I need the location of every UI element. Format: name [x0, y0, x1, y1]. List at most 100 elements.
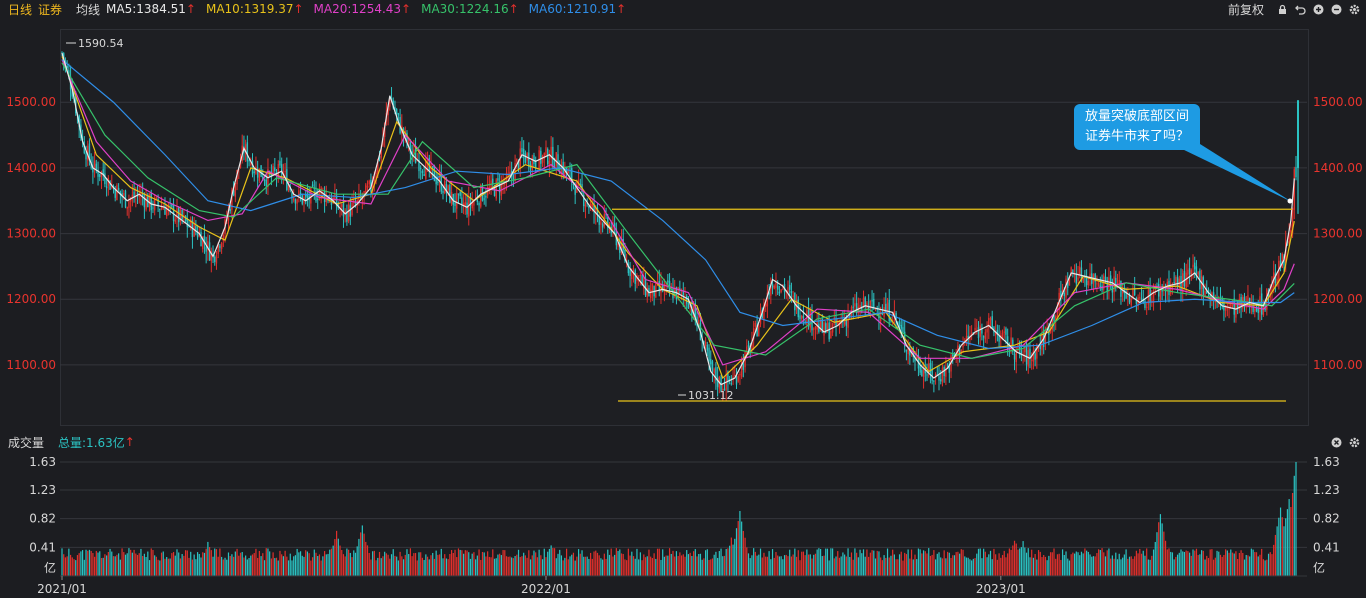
volume-bar — [162, 551, 164, 576]
volume-bar — [490, 557, 492, 576]
volume-bar — [1140, 553, 1143, 576]
volume-bar — [576, 556, 578, 576]
volume-bar — [1281, 517, 1283, 576]
volume-bar — [543, 548, 545, 576]
volume-bar — [749, 558, 751, 576]
volume-bar — [811, 558, 813, 576]
volume-bar — [893, 554, 895, 576]
volume-bar — [377, 557, 379, 576]
volume-bar — [421, 557, 424, 576]
volume-bar — [1015, 543, 1017, 576]
volume-bar — [154, 555, 156, 576]
volume-bar — [454, 549, 456, 576]
volume-bar — [207, 541, 209, 576]
volume-bar — [147, 551, 149, 576]
volume-bar — [1293, 475, 1295, 576]
volume-bar — [208, 547, 211, 576]
volume-bar — [251, 554, 254, 576]
volume-bar — [68, 548, 70, 576]
volume-bar — [1276, 526, 1278, 576]
volume-bar — [584, 556, 587, 576]
volume-bar — [802, 551, 805, 576]
volume-bar — [595, 550, 597, 576]
volume-bar — [279, 550, 281, 576]
volume-bar — [593, 551, 595, 576]
volume-bar — [1267, 553, 1270, 576]
volume-bar — [450, 550, 453, 576]
volume-bar — [531, 555, 533, 576]
volume-bar — [1262, 559, 1264, 576]
volume-bar — [1176, 554, 1179, 576]
volume-bar — [1213, 559, 1215, 576]
volume-bar — [1031, 549, 1033, 576]
volume-bar — [857, 557, 859, 576]
volume-bar — [533, 550, 535, 576]
volume-bar — [1152, 549, 1155, 576]
volume-bar — [608, 554, 611, 576]
volume-bar — [1051, 552, 1053, 576]
volume-bar — [981, 558, 983, 576]
volume-bar — [794, 548, 796, 576]
volume-bar — [296, 548, 298, 576]
volume-bar — [567, 559, 569, 576]
volume-bar — [468, 552, 470, 576]
volume-bar — [1096, 553, 1098, 576]
volume-bar — [1192, 549, 1194, 576]
volume-bar — [389, 558, 391, 576]
volume-bar — [466, 550, 468, 576]
volume-bar — [336, 530, 338, 576]
volume-ylabel-right-2: 0.82 — [1313, 512, 1340, 526]
volume-bar — [706, 549, 708, 576]
volume-bar — [119, 559, 121, 576]
volume-bar — [1003, 550, 1005, 576]
volume-bar — [174, 555, 176, 576]
volume-bar — [1250, 548, 1252, 576]
volume-bar — [476, 555, 478, 576]
volume-bar — [85, 549, 87, 576]
volume-bar — [770, 559, 772, 576]
volume-bar — [214, 548, 216, 576]
volume-bar — [746, 547, 748, 576]
volume-bar — [734, 538, 736, 576]
volume-bar — [250, 555, 252, 576]
volume-bar — [643, 554, 645, 576]
volume-bar — [1235, 551, 1237, 576]
volume-bar — [910, 549, 913, 576]
volume-bar — [1123, 554, 1125, 576]
volume-bar — [1201, 550, 1203, 576]
volume-bar — [909, 558, 911, 576]
volume-bar — [181, 554, 183, 576]
volume-bar — [590, 552, 592, 576]
volume-bar — [1099, 550, 1101, 576]
volume-bar — [1269, 552, 1271, 576]
volume-bar — [892, 549, 894, 576]
volume-bar — [878, 551, 880, 576]
volume-bar — [1264, 560, 1266, 576]
volume-bar — [265, 548, 267, 576]
volume-ylabel-left-3: 0.41 — [29, 540, 56, 554]
volume-bar — [607, 549, 609, 576]
volume-bar — [998, 553, 1000, 576]
volume-bar — [993, 548, 995, 576]
volume-bar — [991, 559, 993, 576]
volume-bar — [538, 549, 540, 576]
volume-bar — [1037, 550, 1040, 576]
volume-bar — [902, 560, 904, 576]
volume-bar — [819, 548, 822, 576]
volume-bar — [73, 559, 75, 576]
volume-bar — [471, 553, 473, 576]
volume-bar — [838, 557, 841, 576]
volume-bar — [142, 555, 144, 576]
volume-bar — [922, 550, 925, 576]
volume-bar — [971, 560, 973, 576]
volume-bar — [248, 557, 250, 576]
volume-bar — [751, 555, 753, 576]
volume-bar — [287, 560, 290, 576]
x-tick-label-0: 2021/01 — [37, 582, 87, 596]
volume-bar — [1202, 550, 1204, 576]
volume-bar — [1049, 552, 1052, 576]
volume-bar — [1013, 540, 1016, 576]
volume-bar — [873, 550, 875, 576]
volume-bar — [742, 530, 744, 576]
volume-bar — [195, 559, 197, 576]
